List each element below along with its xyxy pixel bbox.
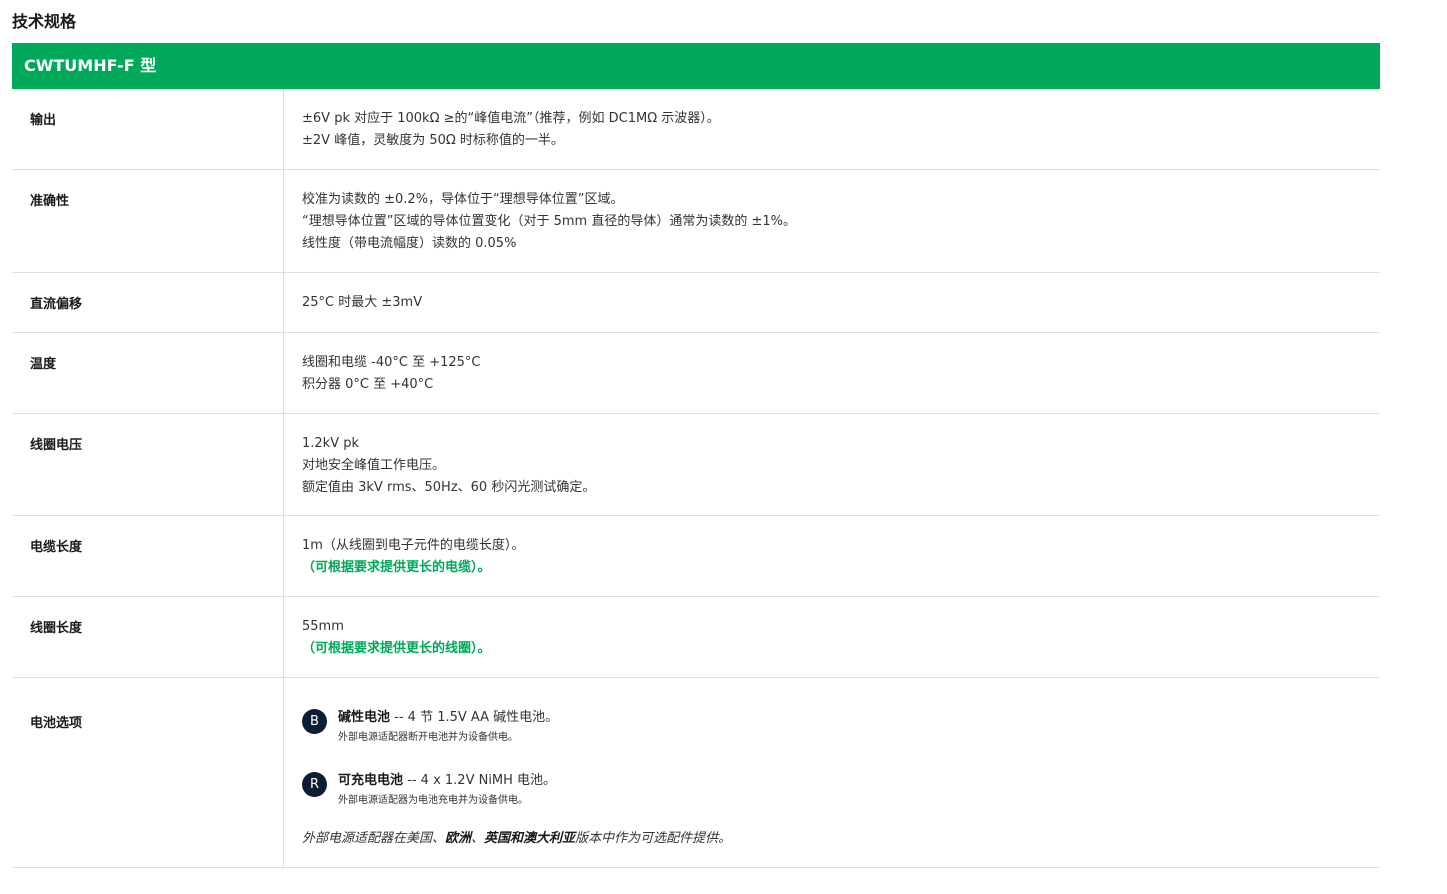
note-region: 英国和澳大利亚 <box>484 831 576 846</box>
spec-row-coil-voltage: 线圈电压 1.2kV pk 对地安全峰值工作电压。 额定值由 3kV rms、5… <box>12 414 1380 516</box>
battery-option-sub: 外部电源适配器为电池充电并为设备供电。 <box>338 795 528 806</box>
battery-option-desc: -- 4 x 1.2V NiMH 电池。 <box>403 773 557 788</box>
spec-row-cable-length: 电缆长度 1m（从线圈到电子元件的电缆长度）。 （可根据要求提供更长的电缆）。 <box>12 516 1380 597</box>
note-text: 外部电源适配器在美国、 <box>302 831 446 846</box>
spec-value: 55mm （可根据要求提供更长的线圈）。 <box>284 597 1380 677</box>
spec-value-line: 25°C 时最大 ±3mV <box>302 295 423 310</box>
spec-value-line: 对地安全峰值工作电压。 <box>302 458 446 473</box>
spec-value-line: 线性度（带电流幅度）读数的 0.05% <box>302 236 517 251</box>
battery-option-name: 可充电电池 <box>338 773 404 788</box>
battery-option-main: 碱性电池 -- 4 节 1.5V AA 碱性电池。 <box>338 708 558 728</box>
spec-value-line: 额定值由 3kV rms、50Hz、60 秒闪光测试确定。 <box>302 480 596 495</box>
battery-option-text: 碱性电池 -- 4 节 1.5V AA 碱性电池。 外部电源适配器断开电池并为设… <box>338 708 558 748</box>
spec-value: 1m（从线圈到电子元件的电缆长度）。 （可根据要求提供更长的电缆）。 <box>284 516 1380 596</box>
note-region: 欧洲 <box>445 831 472 846</box>
spec-row-battery-options: 电池选项 B 碱性电池 -- 4 节 1.5V AA 碱性电池。 外部电源适配器… <box>12 678 1380 868</box>
spec-row-coil-length: 线圈长度 55mm （可根据要求提供更长的线圈）。 <box>12 597 1380 678</box>
battery-badge-icon: R <box>302 772 327 797</box>
spec-label: 线圈长度 <box>12 597 284 677</box>
battery-option-text: 可充电电池 -- 4 x 1.2V NiMH 电池。 外部电源适配器为电池充电并… <box>338 771 556 811</box>
spec-value: 校准为读数的 ±0.2%，导体位于“理想导体位置”区域。 “理想导体位置”区域的… <box>284 170 1380 272</box>
spec-value: 线圈和电缆 -40°C 至 +125°C 积分器 0°C 至 +40°C <box>284 333 1380 413</box>
spec-row-accuracy: 准确性 校准为读数的 ±0.2%，导体位于“理想导体位置”区域。 “理想导体位置… <box>12 170 1380 273</box>
spec-value: 25°C 时最大 ±3mV <box>284 273 1380 332</box>
spec-value: ±6V pk 对应于 100kΩ ≥的“峰值电流”（推荐，例如 DC1MΩ 示波… <box>284 89 1380 169</box>
spec-value-line: ±2V 峰值，灵敏度为 50Ω 时标称值的一半。 <box>302 133 564 148</box>
spec-table: 输出 ±6V pk 对应于 100kΩ ≥的“峰值电流”（推荐，例如 DC1MΩ… <box>12 89 1380 868</box>
spec-value-line: ±6V pk 对应于 100kΩ ≥的“峰值电流”（推荐，例如 DC1MΩ 示波… <box>302 111 720 126</box>
spec-row-temperature: 温度 线圈和电缆 -40°C 至 +125°C 积分器 0°C 至 +40°C <box>12 333 1380 414</box>
battery-option-desc: -- 4 节 1.5V AA 碱性电池。 <box>390 710 559 725</box>
page-title: 技术规格 <box>12 12 77 31</box>
spec-value-line: 55mm <box>302 619 344 634</box>
longer-coil-note: （可根据要求提供更长的线圈）。 <box>302 641 491 656</box>
spec-label: 直流偏移 <box>12 273 284 332</box>
battery-option-name: 碱性电池 <box>338 710 391 725</box>
spec-label: 线圈电压 <box>12 414 284 515</box>
spec-value: B 碱性电池 -- 4 节 1.5V AA 碱性电池。 外部电源适配器断开电池并… <box>284 678 1380 867</box>
battery-option-sub: 外部电源适配器断开电池并为设备供电。 <box>338 732 518 743</box>
spec-value-line: 校准为读数的 ±0.2%，导体位于“理想导体位置”区域。 <box>302 192 624 207</box>
spec-label: 准确性 <box>12 170 284 272</box>
note-text: 版本中作为可选配件提供。 <box>575 831 732 846</box>
battery-option-main: 可充电电池 -- 4 x 1.2V NiMH 电池。 <box>338 771 556 791</box>
spec-row-dc-offset: 直流偏移 25°C 时最大 ±3mV <box>12 273 1380 333</box>
spec-label: 输出 <box>12 89 284 169</box>
battery-badge-icon: B <box>302 709 327 734</box>
spec-value-line: 线圈和电缆 -40°C 至 +125°C <box>302 355 481 370</box>
spec-row-output: 输出 ±6V pk 对应于 100kΩ ≥的“峰值电流”（推荐，例如 DC1MΩ… <box>12 89 1380 170</box>
spec-table-header: CWTUMHF-F 型 <box>12 43 1380 89</box>
spec-value: 1.2kV pk 对地安全峰值工作电压。 额定值由 3kV rms、50Hz、6… <box>284 414 1380 515</box>
spec-label: 温度 <box>12 333 284 413</box>
spec-value-line: 1m（从线圈到电子元件的电缆长度）。 <box>302 538 525 553</box>
power-adapter-note: 外部电源适配器在美国、欧洲、英国和澳大利亚版本中作为可选配件提供。 <box>302 827 1380 846</box>
spec-value-line: “理想导体位置”区域的导体位置变化（对于 5mm 直径的导体）通常为读数的 ±1… <box>302 214 796 229</box>
note-text: 、 <box>471 831 485 846</box>
longer-cable-note: （可根据要求提供更长的电缆）。 <box>302 560 491 575</box>
spec-label: 电缆长度 <box>12 516 284 596</box>
battery-option-rechargeable: R 可充电电池 -- 4 x 1.2V NiMH 电池。 外部电源适配器为电池充… <box>302 771 1380 811</box>
spec-value-line: 1.2kV pk <box>302 436 360 451</box>
spec-value-line: 积分器 0°C 至 +40°C <box>302 377 434 392</box>
battery-option-alkaline: B 碱性电池 -- 4 节 1.5V AA 碱性电池。 外部电源适配器断开电池并… <box>302 708 1380 748</box>
spec-label: 电池选项 <box>12 678 284 867</box>
